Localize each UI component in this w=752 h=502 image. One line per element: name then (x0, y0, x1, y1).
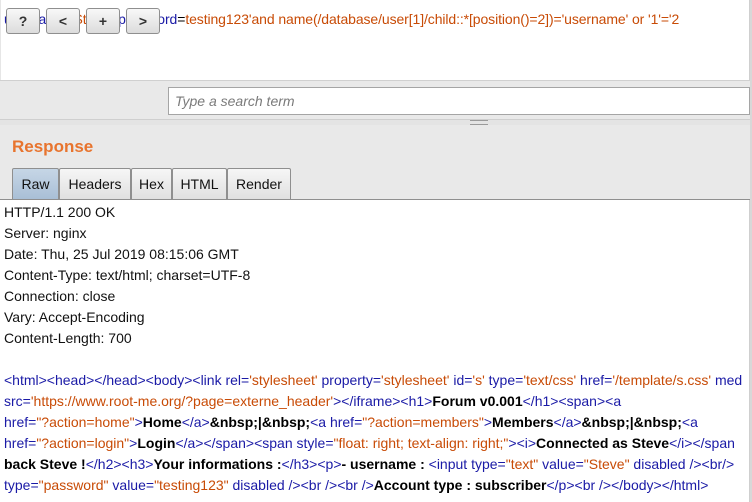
html-token: </h2><h3> (85, 456, 154, 472)
html-token: value (108, 477, 146, 493)
help-button[interactable]: ? (6, 8, 40, 34)
add-button[interactable]: + (86, 8, 120, 34)
html-token: 'https://www.root-me.org/?page=externe_h… (30, 393, 334, 409)
html-token: = (575, 456, 584, 472)
request-segment: testing123'and name(/database/user[1]/ch… (185, 11, 680, 27)
html-token: "?action=members" (362, 414, 484, 430)
html-token: &nbsp;|&nbsp; (581, 414, 682, 430)
html-token: <input (428, 456, 472, 472)
html-token: "?action=home" (36, 414, 135, 430)
html-token: = (145, 477, 155, 493)
html-token: med (711, 372, 743, 388)
tab-headers[interactable]: Headers (59, 168, 131, 199)
html-token: type (4, 477, 31, 493)
html-token: = (325, 435, 334, 451)
tab-raw[interactable]: Raw (12, 168, 59, 199)
tab-html[interactable]: HTML (172, 168, 227, 199)
html-token: - username : (341, 456, 429, 472)
html-token: type (471, 456, 498, 472)
header-line: Vary: Accept-Encoding (4, 309, 145, 325)
html-token: 's' (472, 372, 485, 388)
html-token: </i></span (669, 435, 735, 451)
html-token: "testing123" (154, 477, 229, 493)
html-token: = (30, 477, 39, 493)
html-token: Connected as Steve (536, 435, 670, 451)
html-token: href (576, 372, 605, 388)
html-token: ></iframe><h1> (333, 393, 433, 409)
html-token: src (4, 393, 23, 409)
tab-render[interactable]: Render (227, 168, 291, 199)
html-token: <a (310, 414, 330, 430)
response-body[interactable]: HTTP/1.1 200 OK Server: nginx Date: Thu,… (0, 200, 750, 502)
html-token: ><i> (508, 435, 537, 451)
html-token: = (241, 372, 250, 388)
html-token: </h3><p> (281, 456, 342, 472)
html-source-line: src='https://www.root-me.org/?page=exter… (4, 393, 621, 409)
header-line: Connection: close (4, 288, 116, 304)
html-token: = (497, 456, 506, 472)
html-source-line: back Steve !</h2><h3>Your informations :… (4, 456, 734, 472)
html-source-line: <html><head></head><body><link rel='styl… (4, 372, 742, 388)
html-token: 'stylesheet' (249, 372, 318, 388)
response-title: Response (12, 137, 94, 156)
html-token: 'text/css' (523, 372, 577, 388)
html-token: disabled /> (629, 456, 702, 472)
html-token: '/template/s.css' (612, 372, 712, 388)
html-token: href (4, 435, 29, 451)
html-token: "float: right; text-align: right;" (333, 435, 509, 451)
html-token: <a (681, 414, 698, 430)
search-input[interactable]: Type a search term (168, 87, 750, 115)
html-token: <br/> (701, 456, 735, 472)
header-line: Content-Type: text/html; charset=UTF-8 (4, 267, 251, 283)
html-token: href (4, 414, 29, 430)
header-line: Date: Thu, 25 Jul 2019 08:15:06 GMT (4, 246, 239, 262)
tab-hex[interactable]: Hex (131, 168, 172, 199)
header-line: Content-Length: 700 (4, 330, 132, 346)
header-line: HTTP/1.1 200 OK (4, 204, 116, 220)
header-line: Server: nginx (4, 225, 87, 241)
html-source-line: href="?action=login">Login</a></span><sp… (4, 435, 735, 451)
html-token: Forum v0.001 (432, 393, 523, 409)
html-token: Members (492, 414, 554, 430)
html-token: href (329, 414, 355, 430)
html-token: <html><head></head><body><link (4, 372, 226, 388)
previous-match-button[interactable]: < (46, 8, 80, 34)
next-match-button[interactable]: > (126, 8, 160, 34)
html-source-line: href="?action=home">Home</a>&nbsp;|&nbsp… (4, 414, 698, 430)
html-token: type (484, 372, 516, 388)
html-token: "text" (505, 456, 539, 472)
html-token: "?action=login" (36, 435, 130, 451)
html-token: Your informations : (153, 456, 282, 472)
html-token: = (372, 372, 382, 388)
html-token: rel (225, 372, 242, 388)
html-source-line: type="password" value="testing123" disab… (4, 477, 708, 493)
html-token: id (449, 372, 465, 388)
html-token: "password" (38, 477, 109, 493)
html-token: > (134, 414, 143, 430)
html-token: </a> (553, 414, 582, 430)
html-token: &nbsp;|&nbsp; (209, 414, 311, 430)
html-token: = (22, 393, 31, 409)
html-token: Home (142, 414, 182, 430)
html-token: 'stylesheet' (381, 372, 450, 388)
html-token: Login (137, 435, 176, 451)
html-token: </h1><span><a (522, 393, 622, 409)
html-token: value (538, 456, 576, 472)
html-token: style (296, 435, 326, 451)
html-token: back Steve ! (4, 456, 86, 472)
html-token: </a></span><span (175, 435, 297, 451)
html-token: "Steve" (583, 456, 630, 472)
html-token: <br /><br /> (300, 477, 374, 493)
html-token: Account type : subscriber (373, 477, 547, 493)
html-token: </a> (181, 414, 210, 430)
html-token: disabled /> (228, 477, 301, 493)
html-token: property (317, 372, 373, 388)
html-token: </p><br /></body></html> (546, 477, 709, 493)
html-token: > (483, 414, 493, 430)
